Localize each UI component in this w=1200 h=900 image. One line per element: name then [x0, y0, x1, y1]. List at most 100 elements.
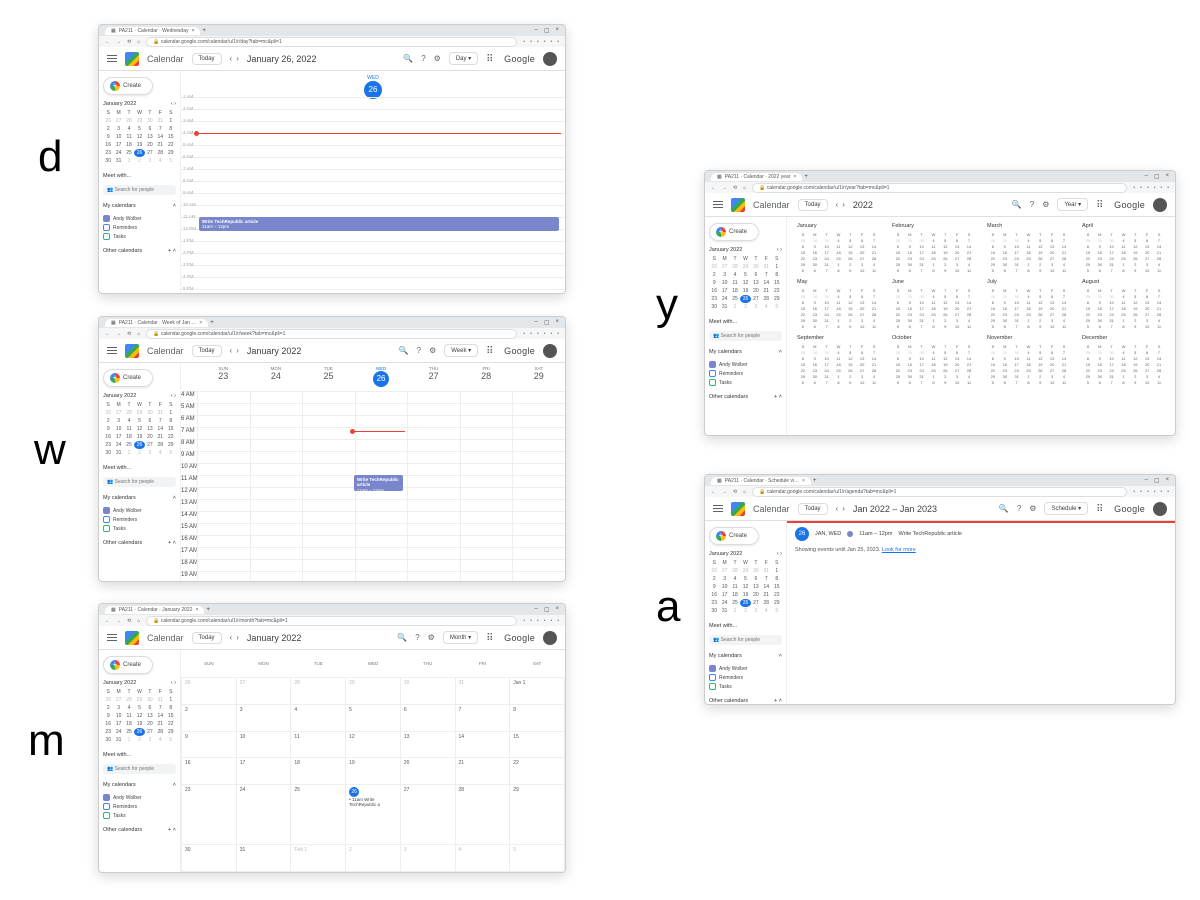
calendar-item[interactable]: Tasks: [103, 812, 176, 819]
mini-day[interactable]: 30: [103, 736, 113, 744]
mini-day[interactable]: 15: [166, 133, 176, 141]
mini-day[interactable]: 29: [740, 567, 750, 575]
mini-day[interactable]: 9: [103, 425, 113, 433]
search-icon[interactable]: 🔍: [1012, 200, 1022, 209]
month-cell[interactable]: 3: [236, 704, 291, 731]
ext-icon[interactable]: •: [537, 331, 539, 337]
window-close-icon[interactable]: ×: [1165, 477, 1169, 484]
my-calendars-label[interactable]: My calendars˄: [709, 653, 782, 659]
share-icon[interactable]: •: [523, 331, 525, 337]
checkbox[interactable]: [709, 370, 716, 377]
mini-calendar[interactable]: January 2022‹ ›SMTWTFS262728293031123456…: [709, 247, 782, 311]
month-cell[interactable]: 24: [236, 784, 291, 845]
mini-day[interactable]: 29: [166, 149, 176, 157]
mini-day[interactable]: 4: [155, 449, 165, 457]
mini-day[interactable]: 12: [740, 583, 750, 591]
mini-day[interactable]: 9: [709, 583, 719, 591]
mini-day[interactable]: 5: [166, 736, 176, 744]
mini-day[interactable]: 22: [166, 433, 176, 441]
month-cell[interactable]: 10: [236, 731, 291, 758]
mini-day[interactable]: 20: [145, 141, 155, 149]
avatar[interactable]: [1153, 502, 1167, 516]
mini-day[interactable]: 14: [155, 133, 165, 141]
mini-day[interactable]: 27: [719, 567, 729, 575]
address-input[interactable]: 🔒 calendar.google.com/calendar/u/1/r/day…: [146, 37, 517, 47]
mini-day[interactable]: 28: [155, 728, 165, 736]
mini-day[interactable]: 25: [124, 149, 134, 157]
mini-day[interactable]: 10: [113, 425, 123, 433]
mini-day[interactable]: 28: [124, 696, 134, 704]
mini-day[interactable]: 12: [134, 133, 144, 141]
menu-icon[interactable]: •: [557, 331, 559, 337]
mini-day[interactable]: 7: [761, 271, 771, 279]
today-button[interactable]: Today: [192, 345, 222, 357]
mini-day[interactable]: 2: [740, 303, 750, 311]
mini-calendar[interactable]: January 2022‹ ›SMTWTFS262728293031123456…: [103, 393, 176, 457]
search-people-input[interactable]: 👥 Search for people: [709, 635, 782, 645]
mini-day[interactable]: 2: [709, 271, 719, 279]
new-tab-button[interactable]: +: [202, 28, 206, 34]
mini-day[interactable]: 29: [134, 117, 144, 125]
mini-day[interactable]: 27: [145, 441, 155, 449]
month-cell[interactable]: 28: [291, 678, 346, 705]
browser-tab[interactable]: ▦PA211 · Calendar · Schedule vi…×: [711, 477, 811, 485]
mini-day[interactable]: 28: [155, 149, 165, 157]
profile-icon[interactable]: •: [550, 618, 552, 624]
month-grid[interactable]: SUNMONTUEWEDTHUFRISAT262728293031Jan 123…: [181, 650, 565, 872]
browser-tab[interactable]: ▦PA211 · Calendar · Wednesday×: [105, 27, 200, 35]
mini-day[interactable]: 22: [772, 591, 782, 599]
home-icon[interactable]: ⌂: [137, 331, 140, 337]
prev-icon[interactable]: ‹: [836, 200, 839, 209]
today-button[interactable]: Today: [798, 503, 828, 515]
reload-icon[interactable]: ⟲: [733, 185, 737, 191]
mini-day[interactable]: 10: [719, 279, 729, 287]
year-month[interactable]: SeptemberSMTWTFS282930456789101112131415…: [797, 335, 880, 385]
mini-day[interactable]: 14: [761, 583, 771, 591]
next-icon[interactable]: ›: [842, 504, 845, 513]
year-month[interactable]: OctoberSMTWTFS28293045678910111213141516…: [892, 335, 975, 385]
view-selector[interactable]: Month ▾: [443, 631, 478, 644]
mini-day[interactable]: 12: [134, 425, 144, 433]
mini-day[interactable]: 13: [145, 425, 155, 433]
avatar[interactable]: [543, 631, 557, 645]
mini-day[interactable]: 29: [166, 441, 176, 449]
mini-day[interactable]: 3: [113, 704, 123, 712]
mini-day[interactable]: 9: [709, 279, 719, 287]
month-cell[interactable]: 11: [291, 731, 346, 758]
mini-day[interactable]: 26: [134, 728, 144, 736]
mini-day[interactable]: 14: [155, 425, 165, 433]
close-icon[interactable]: ×: [802, 478, 805, 484]
mini-day[interactable]: 20: [751, 287, 761, 295]
mini-day[interactable]: 2: [134, 157, 144, 165]
search-people-input[interactable]: 👥 Search for people: [103, 764, 176, 774]
menu-icon[interactable]: •: [1167, 185, 1169, 191]
apps-icon[interactable]: [1096, 200, 1106, 210]
address-input[interactable]: 🔒 calendar.google.com/calendar/u/1/r/mon…: [146, 616, 517, 626]
month-cell[interactable]: 5: [510, 845, 565, 872]
calendar-item[interactable]: Tasks: [103, 525, 176, 532]
mini-day[interactable]: 31: [155, 409, 165, 417]
month-cell[interactable]: 12: [346, 731, 401, 758]
mini-calendar[interactable]: January 2022‹ ›SMTWTFS262728293031123456…: [709, 551, 782, 615]
mini-day[interactable]: 29: [772, 295, 782, 303]
window-close-icon[interactable]: ×: [1165, 173, 1169, 180]
menu-icon[interactable]: [713, 200, 723, 210]
mini-day[interactable]: 5: [166, 157, 176, 165]
mini-day[interactable]: 17: [719, 591, 729, 599]
star-icon[interactable]: •: [1140, 489, 1142, 495]
mini-day[interactable]: 3: [751, 607, 761, 615]
today-button[interactable]: Today: [192, 53, 222, 65]
reload-icon[interactable]: ⟲: [733, 489, 737, 495]
new-tab-button[interactable]: +: [206, 607, 210, 613]
nav-back-icon[interactable]: ←: [105, 331, 110, 337]
next-icon[interactable]: ›: [236, 633, 239, 642]
month-cell[interactable]: 25: [291, 784, 346, 845]
month-cell[interactable]: 13: [400, 731, 455, 758]
month-cell[interactable]: 3: [400, 845, 455, 872]
view-selector[interactable]: Week ▾: [444, 344, 478, 357]
mini-day[interactable]: 21: [155, 141, 165, 149]
reload-icon[interactable]: ⟲: [127, 618, 131, 624]
mini-day[interactable]: 14: [761, 279, 771, 287]
month-cell[interactable]: 5: [346, 704, 401, 731]
year-month[interactable]: JanuarySMTWTFS28293045678910111213141516…: [797, 223, 880, 273]
